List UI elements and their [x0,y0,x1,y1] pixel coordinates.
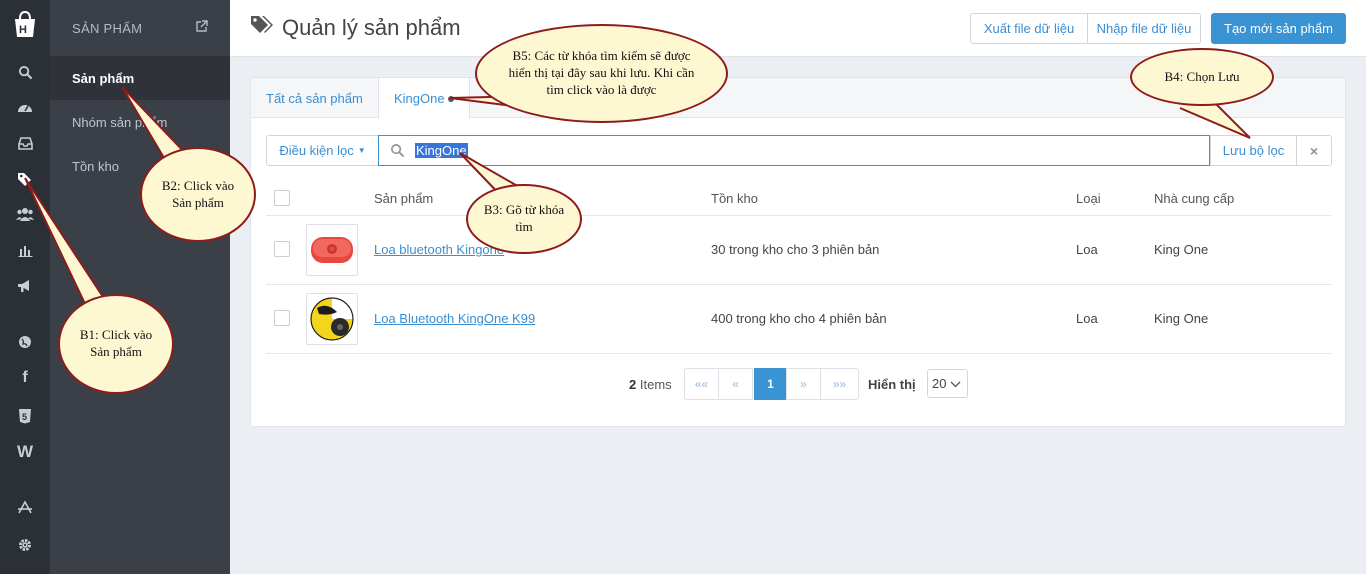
sidebar-header: SẢN PHẨM [50,0,230,56]
search-icon[interactable] [15,62,35,82]
select-all-checkbox[interactable] [274,190,290,206]
apps-icon[interactable] [15,497,35,517]
html5-icon[interactable]: 5 [15,406,35,426]
search-icon [379,143,415,158]
table-header: Sản phẩm Tồn kho Loại Nhà cung cấp [266,182,1332,216]
item-count-number: 2 [629,377,637,392]
callout-b1: B1: Click vào Sản phẩm [58,294,174,394]
tab-all-products[interactable]: Tất cả sản phẩm [251,78,378,118]
callout-b4: B4: Chọn Lưu [1130,48,1274,106]
icon-rail: H f 5 W [0,0,50,574]
first-page-button[interactable]: «« [684,368,719,400]
facebook-icon[interactable]: f [15,368,35,388]
wordpress-w-icon[interactable]: W [15,442,35,462]
page-title-text: Quản lý sản phẩm [282,15,461,40]
filter-condition-dropdown[interactable]: Điều kiện lọc ▼ [266,135,379,166]
table-row: Loa bluetooth Kingone 30 trong kho cho 3… [266,216,1332,285]
product-thumbnail[interactable] [306,293,358,345]
import-file-button[interactable]: Nhập file dữ liệu [1087,13,1201,44]
row-checkbox[interactable] [274,310,290,326]
reports-chart-icon[interactable] [15,240,35,260]
type-cell: Loa [1076,242,1098,257]
next-page-button[interactable]: » [786,368,821,400]
product-thumbnail[interactable] [306,224,358,276]
sidebar-item-label: Sản phẩm [72,70,135,86]
filter-condition-label: Điều kiện lọc [279,143,354,158]
column-header-type: Loại [1076,191,1101,206]
prev-page-button[interactable]: « [718,368,753,400]
settings-gear-icon[interactable] [15,535,35,555]
tab-label: KingOne [394,91,445,106]
product-link[interactable]: Loa Bluetooth KingOne K99 [374,311,535,326]
inbox-icon[interactable] [15,133,35,153]
table-row: Loa Bluetooth KingOne K99 400 trong kho … [266,285,1332,354]
chevron-down-icon [950,376,961,391]
products-panel: Tất cả sản phẩm KingOne Điều kiện lọc ▼ … [250,77,1346,427]
supplier-cell: King One [1154,311,1209,326]
row-checkbox[interactable] [274,241,290,257]
tags-icon [250,14,274,42]
customers-icon[interactable] [15,204,35,224]
sidebar-title: SẢN PHẨM [72,20,143,36]
column-header-supplier: Nhà cung cấp [1154,191,1235,206]
page-size-label: Hiển thị [868,377,916,392]
stock-cell: 400 trong kho cho 4 phiên bản [711,311,887,326]
tab-kingone[interactable]: KingOne [378,78,470,119]
supplier-cell: King One [1154,242,1209,257]
svg-text:5: 5 [22,412,27,422]
sidebar-item-products[interactable]: Sản phẩm [50,56,230,100]
create-product-button[interactable]: Tạo mới sản phẩm [1211,13,1346,44]
callout-b3: B3: Gõ từ khóa tìm [466,184,582,254]
app-logo-icon[interactable]: H [12,10,38,40]
tab-label: Tất cả sản phẩm [266,90,363,106]
page-size-select[interactable]: 20 [927,369,968,398]
sidebar-item-product-groups[interactable]: Nhóm sản phẩm [50,100,230,144]
search-input[interactable]: KingOne [378,135,1210,166]
save-filter-button[interactable]: Lưu bộ lọc [1210,135,1297,166]
globe-icon[interactable] [15,332,35,352]
saved-filter-dot [447,95,454,102]
tags-icon[interactable] [15,169,35,189]
sidebar-item-label: Nhóm sản phẩm [72,114,168,130]
page-size-value: 20 [932,376,947,391]
dashboard-icon[interactable] [15,97,35,117]
sidebar-item-label: Tồn kho [72,158,119,174]
product-sidebar: SẢN PHẨM Sản phẩm Nhóm sản phẩm Tồn kho [50,0,230,574]
megaphone-icon[interactable] [15,276,35,296]
pagination: 2 Items «« « 1 » »» Hiển thị 20 [251,368,1345,400]
type-cell: Loa [1076,311,1098,326]
column-header-product: Sản phẩm [374,191,434,206]
callout-b2: B2: Click vào Sản phẩm [140,147,256,242]
item-count-label: Items [639,377,672,392]
caret-down-icon: ▼ [357,146,366,155]
export-file-button[interactable]: Xuất file dữ liệu [970,13,1088,44]
callout-b5: B5: Các từ khóa tìm kiếm sẽ được hiển th… [475,24,728,123]
search-value: KingOne [415,143,468,158]
item-count: 2 Items [629,377,672,392]
last-page-button[interactable]: »» [820,368,859,400]
stock-cell: 30 trong kho cho 3 phiên bản [711,242,880,257]
clear-filter-button[interactable]: × [1296,135,1332,166]
column-header-stock: Tồn kho [711,191,758,206]
page-1-button[interactable]: 1 [754,368,787,400]
external-link-icon[interactable] [195,20,208,36]
svg-text:H: H [19,24,27,36]
page-title: Quản lý sản phẩm [250,14,461,42]
